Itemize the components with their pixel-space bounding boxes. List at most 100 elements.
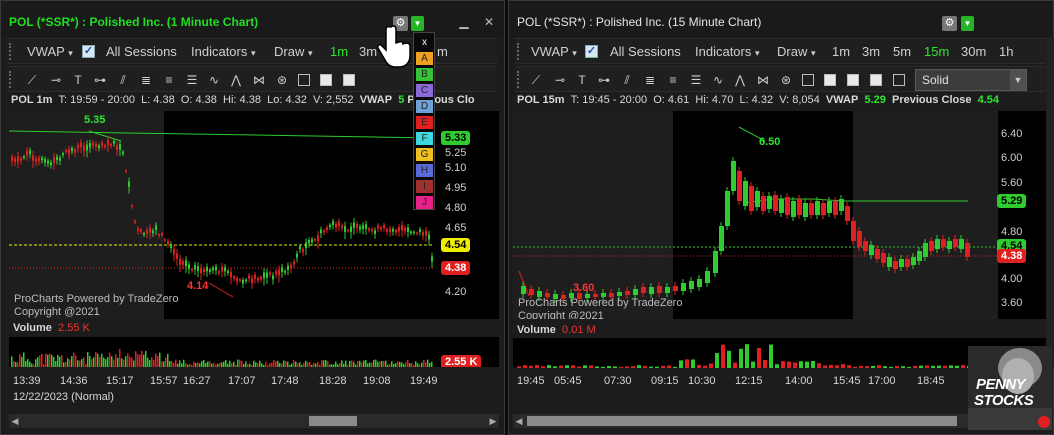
timeframe-3m[interactable]: 3m <box>862 44 880 59</box>
filled-rect-icon[interactable] <box>824 74 836 86</box>
timeframe-30m[interactable]: 30m <box>961 44 986 59</box>
fib-icon[interactable]: ≣ <box>643 73 657 87</box>
volume-bar <box>883 366 887 368</box>
scroll-thumb[interactable] <box>309 416 357 426</box>
timeframe-1m[interactable]: 1m <box>330 44 348 59</box>
color-menu-item[interactable]: H <box>416 164 433 177</box>
price-chart[interactable]: 6.40 6.00 5.60 4.80 4.00 3.60 5.29 4.54 … <box>513 111 1047 319</box>
color-menu-item[interactable]: E <box>416 116 433 129</box>
vwap-dropdown[interactable]: VWAP ▾ <box>531 44 577 59</box>
horizontal-scrollbar[interactable]: ◀ <box>513 414 973 428</box>
volume-bar <box>529 365 533 368</box>
color-menu-item[interactable]: A <box>416 52 433 65</box>
scroll-right-icon[interactable]: ▶ <box>487 414 499 428</box>
rectangle-icon[interactable] <box>298 74 310 86</box>
toolbar-grip[interactable] <box>517 43 521 60</box>
empty-rect-icon[interactable] <box>893 74 905 86</box>
line-style-select[interactable]: Solid ▼ <box>915 69 1027 91</box>
draw-menu[interactable]: Draw ▾ <box>777 44 816 59</box>
rectangle-icon[interactable] <box>802 74 814 86</box>
volume-bar <box>201 361 203 367</box>
horizontal-scrollbar[interactable]: ◀ ▶ <box>9 414 499 428</box>
volume-chart[interactable]: 2.55 K <box>9 337 499 367</box>
wave-icon[interactable]: ∿ <box>207 73 221 87</box>
dropdown-arrow-icon[interactable]: ▼ <box>961 16 974 31</box>
ray-icon[interactable]: ⊸ <box>49 73 63 87</box>
fan-icon[interactable]: ⊛ <box>275 73 289 87</box>
timeframe-5m[interactable]: m <box>437 44 448 59</box>
fan-icon[interactable]: ⊛ <box>779 73 793 87</box>
levels-icon[interactable]: ☰ <box>185 73 199 87</box>
zigzag-icon[interactable]: ⋀ <box>733 73 747 87</box>
hline-icon[interactable]: ⊶ <box>93 73 107 87</box>
fib-icon[interactable]: ≣ <box>139 73 153 87</box>
timeframe-5m[interactable]: 5m <box>893 44 911 59</box>
candle-body <box>125 170 127 172</box>
timeframe-1m[interactable]: 1m <box>832 44 850 59</box>
pattern-icon[interactable]: ⋈ <box>756 73 770 87</box>
volume-bar <box>53 357 55 367</box>
filled-rect-icon-2[interactable] <box>847 74 859 86</box>
text-tool-icon[interactable]: T <box>575 73 589 87</box>
hline-icon[interactable]: ⊶ <box>597 73 611 87</box>
filled-rect-icon[interactable] <box>320 74 332 86</box>
ray-icon[interactable]: ⊸ <box>553 73 567 87</box>
candle-body <box>17 156 19 162</box>
scroll-left-icon[interactable]: ◀ <box>513 414 525 428</box>
wave-icon[interactable]: ∿ <box>711 73 725 87</box>
minimize-button[interactable]: ▁ <box>457 15 471 29</box>
channel-icon[interactable]: ⫽ <box>116 73 130 87</box>
volume-bar <box>247 363 249 367</box>
zigzag-icon[interactable]: ⋀ <box>229 73 243 87</box>
fib-ext-icon[interactable]: ≡ <box>666 73 680 87</box>
color-menu-item[interactable]: G <box>416 148 433 161</box>
timeframe-1h[interactable]: 1h <box>999 44 1013 59</box>
color-menu-item[interactable]: I <box>416 180 433 193</box>
text-tool-icon[interactable]: T <box>71 73 85 87</box>
toolbar-grip[interactable] <box>9 43 13 60</box>
all-sessions-checkbox[interactable]: ✓ <box>585 45 598 58</box>
draw-menu[interactable]: Draw ▾ <box>274 44 313 59</box>
volume-bar <box>417 363 419 367</box>
color-menu-item[interactable]: J <box>416 196 433 209</box>
toolbar-grip[interactable] <box>9 71 13 88</box>
scroll-thumb[interactable] <box>527 416 957 426</box>
candle-body <box>851 221 856 241</box>
trendline-icon[interactable]: ⟋ <box>25 73 39 87</box>
toolbar-grip[interactable] <box>517 71 521 88</box>
color-menu-item[interactable]: x <box>416 36 433 49</box>
low-annotation: 4.14 <box>187 280 209 292</box>
candle-body <box>395 230 397 233</box>
color-menu-item[interactable]: B <box>416 68 433 81</box>
filled-rect-icon-2[interactable] <box>343 74 355 86</box>
volume-bar <box>369 362 371 367</box>
indicators-menu[interactable]: Indicators ▾ <box>191 44 256 59</box>
trendline-icon[interactable]: ⟋ <box>529 73 543 87</box>
volume-bar <box>307 362 309 367</box>
title-bar[interactable]: POL (*SSR*) : Polished Inc. (15 Minute C… <box>509 1 1053 37</box>
volume-bar <box>133 360 135 367</box>
volume-bar <box>37 357 39 367</box>
all-sessions-checkbox[interactable]: ✓ <box>82 45 95 58</box>
indicators-menu[interactable]: Indicators ▾ <box>695 44 760 59</box>
pattern-icon[interactable]: ⋈ <box>252 73 266 87</box>
timeframe-15m[interactable]: 15m <box>924 44 949 59</box>
vwap-dropdown[interactable]: VWAP ▾ <box>27 44 73 59</box>
volume-chart[interactable] <box>513 338 1047 368</box>
fib-ext-icon[interactable]: ≡ <box>162 73 176 87</box>
channel-icon[interactable]: ⫽ <box>620 73 634 87</box>
vertical-scrollbar[interactable] <box>1046 37 1054 367</box>
color-menu-item[interactable]: C <box>416 84 433 97</box>
chevron-down-icon[interactable]: ▼ <box>1010 70 1026 90</box>
volume-bar <box>157 356 159 367</box>
scroll-left-icon[interactable]: ◀ <box>9 414 21 428</box>
volume-bar <box>97 353 99 367</box>
candle-body <box>11 156 13 161</box>
volume-bar <box>41 353 43 367</box>
color-menu-item[interactable]: F <box>416 132 433 145</box>
color-menu-item[interactable]: D <box>416 100 433 113</box>
gear-icon[interactable]: ⚙ <box>942 16 957 31</box>
close-button[interactable]: ✕ <box>482 15 496 29</box>
filled-rect-icon-3[interactable] <box>870 74 882 86</box>
levels-icon[interactable]: ☰ <box>689 73 703 87</box>
